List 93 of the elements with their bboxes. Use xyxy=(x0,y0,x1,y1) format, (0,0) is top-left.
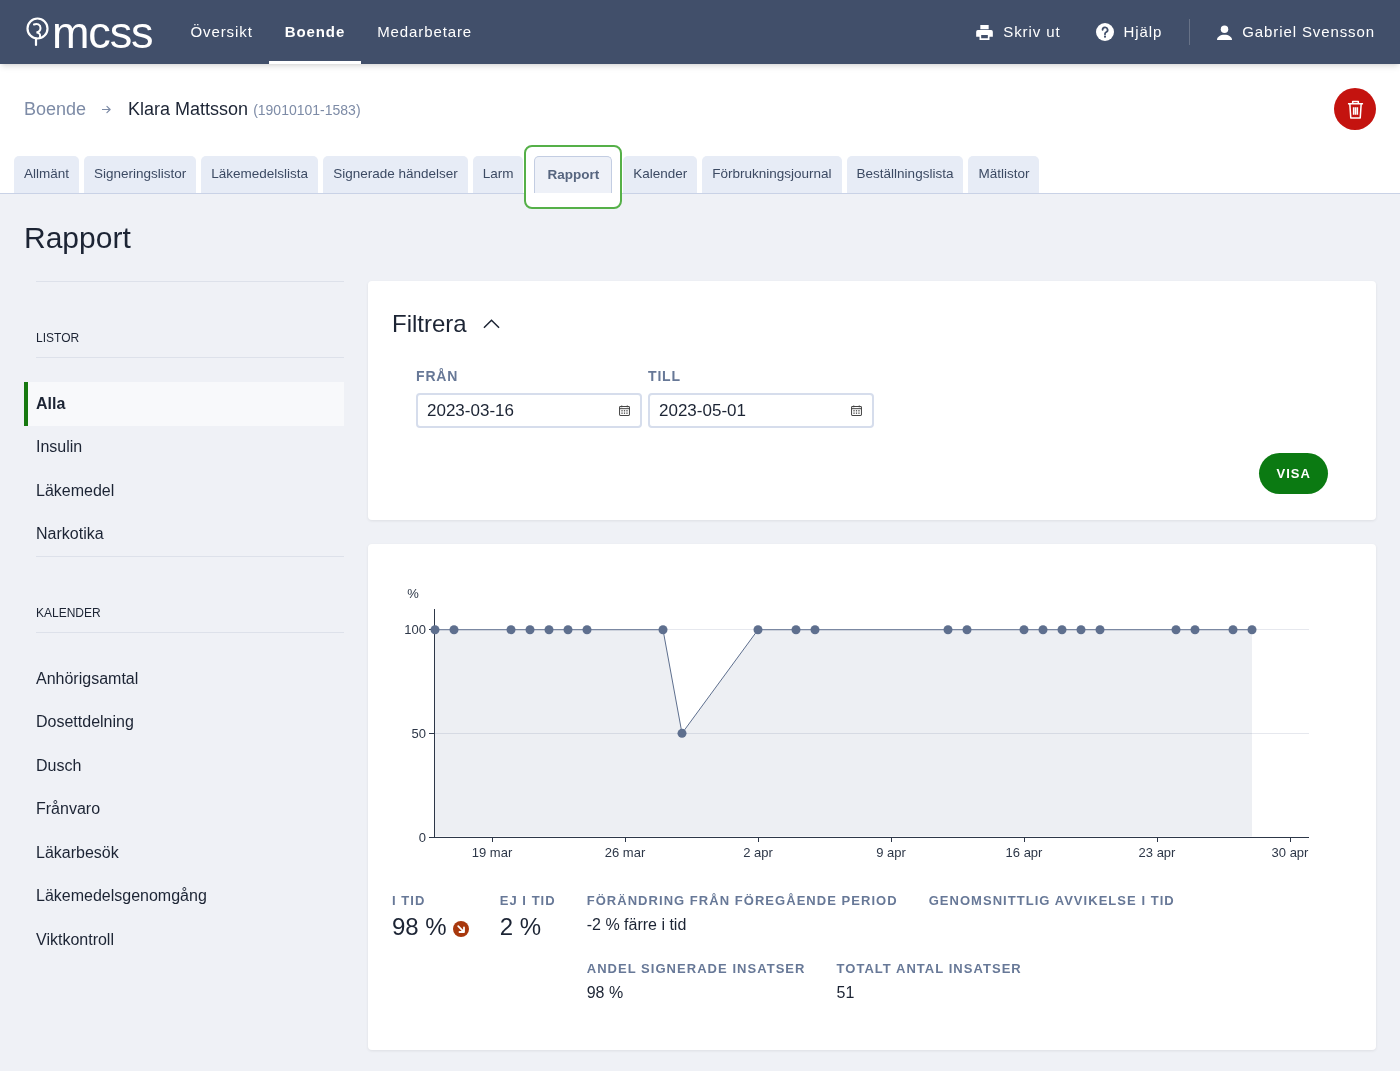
tab[interactable]: Allmänt xyxy=(14,156,79,193)
stat-label: TOTALT ANTAL INSATSER xyxy=(836,961,1022,977)
sidebar-item[interactable]: Läkemedel xyxy=(24,469,344,513)
calendar-icon[interactable] xyxy=(851,405,862,416)
sidebar-item[interactable]: Narkotika xyxy=(24,512,344,556)
panel-title: Filtrera xyxy=(392,309,467,339)
data-point xyxy=(1171,625,1181,635)
data-point xyxy=(1076,625,1086,635)
logo-text: mcss xyxy=(52,9,153,55)
resident-name: Klara Mattsson xyxy=(128,97,249,121)
sidebar-item[interactable]: Alla xyxy=(24,382,344,426)
section-heading: LISTOR xyxy=(36,330,80,346)
data-point xyxy=(677,728,687,738)
data-point xyxy=(1038,625,1048,635)
tick-label: 26 mar xyxy=(604,845,646,860)
tab[interactable]: Förbrukningsjournal xyxy=(702,156,842,193)
stat-value: 98 % xyxy=(586,983,624,1003)
personal-number: (19010101-1583) xyxy=(253,100,361,120)
trash-icon xyxy=(1346,99,1364,119)
sidebar-item[interactable]: Viktkontroll xyxy=(24,918,344,962)
data-point xyxy=(563,625,573,635)
data-point xyxy=(791,625,801,635)
nav-link[interactable]: Översikt xyxy=(174,0,269,64)
data-point xyxy=(1095,625,1105,635)
print-button[interactable]: Skriv ut xyxy=(976,20,1061,44)
tick-label: 50 xyxy=(411,725,426,741)
tab[interactable]: Rapport xyxy=(534,156,613,193)
help-button[interactable]: Hjälp xyxy=(1095,20,1163,44)
data-point xyxy=(449,625,459,635)
printer-icon xyxy=(976,24,994,40)
data-point xyxy=(506,625,516,635)
data-point xyxy=(544,625,554,635)
tab[interactable]: Signerade händelser xyxy=(323,156,468,193)
sidebar-item[interactable]: Frånvaro xyxy=(24,787,344,831)
arrow-right-icon xyxy=(102,104,112,114)
nav-link[interactable]: Medarbetare xyxy=(361,0,489,64)
calendar-icon[interactable] xyxy=(619,405,630,416)
tick-label: 2 apr xyxy=(743,845,773,860)
field-label: FRÅN xyxy=(416,367,459,386)
field-label: TILL xyxy=(648,367,681,386)
data-point xyxy=(1190,625,1200,635)
data-point xyxy=(525,625,535,635)
tab[interactable]: Larm xyxy=(472,156,524,193)
date-field[interactable]: 2023-03-16 xyxy=(416,393,642,428)
section-heading: KALENDER xyxy=(36,605,101,621)
data-point xyxy=(1247,625,1257,635)
tick-label: 19 mar xyxy=(471,845,513,860)
logo-icon xyxy=(26,17,49,47)
stat-value: 51 xyxy=(836,983,855,1003)
stat-value: -2 % färre i tid xyxy=(586,915,687,935)
sidebar-item[interactable]: Dusch xyxy=(24,744,344,788)
sidebar-item[interactable]: Insulin xyxy=(24,425,344,469)
show-button[interactable]: VISA xyxy=(1259,453,1328,494)
page-title: Rapport xyxy=(24,220,131,256)
delete-button[interactable] xyxy=(1334,88,1376,130)
stat-value: 2 % xyxy=(499,913,542,941)
tick-label: 0 xyxy=(418,829,426,845)
data-point xyxy=(1228,625,1238,635)
user-menu[interactable]: Gabriel Svensson xyxy=(1217,20,1375,44)
sidebar-item[interactable]: Dosettdelning xyxy=(24,700,344,744)
chevron-up-icon[interactable] xyxy=(482,319,500,329)
tab[interactable]: Signeringslistor xyxy=(84,156,197,193)
user-icon xyxy=(1217,24,1233,40)
tab[interactable]: Läkemedelslista xyxy=(201,156,319,193)
tick-label: 9 apr xyxy=(876,845,906,860)
tab[interactable]: Beställningslista xyxy=(846,156,964,193)
sidebar-item[interactable]: Läkarbesök xyxy=(24,831,344,875)
data-point xyxy=(1057,625,1067,635)
sidebar-item[interactable]: Anhörigsamtal xyxy=(24,657,344,701)
data-point xyxy=(430,625,440,635)
data-point xyxy=(1019,625,1029,635)
tick-label: 23 apr xyxy=(1138,845,1176,860)
data-point xyxy=(753,625,763,635)
axis-label: % xyxy=(407,586,419,601)
stat-value: 98 % xyxy=(392,913,447,941)
tab[interactable]: Mätlistor xyxy=(968,156,1040,193)
stat-label: ANDEL SIGNERADE INSATSER xyxy=(586,961,806,977)
data-point xyxy=(810,625,820,635)
data-point xyxy=(582,625,592,635)
data-point xyxy=(962,625,972,635)
date-field[interactable]: 2023-05-01 xyxy=(648,393,874,428)
tick-label: 30 apr xyxy=(1271,845,1309,860)
tick-label: 16 apr xyxy=(1005,845,1043,860)
sidebar-item[interactable]: Läkemedelsgenomgång xyxy=(24,874,344,918)
stat-label: I TID xyxy=(392,893,426,909)
data-point xyxy=(943,625,953,635)
tick-label: 100 xyxy=(404,622,426,638)
stat-label: EJ I TID xyxy=(499,893,556,909)
data-point xyxy=(658,625,668,635)
stat-label: FÖRÄNDRING FRÅN FÖREGÅENDE PERIOD xyxy=(586,893,898,909)
tab[interactable]: Kalender xyxy=(623,156,698,193)
stat-label: GENOMSNITTLIG AVVIKELSE I TID xyxy=(928,893,1175,909)
help-icon xyxy=(1095,23,1114,41)
